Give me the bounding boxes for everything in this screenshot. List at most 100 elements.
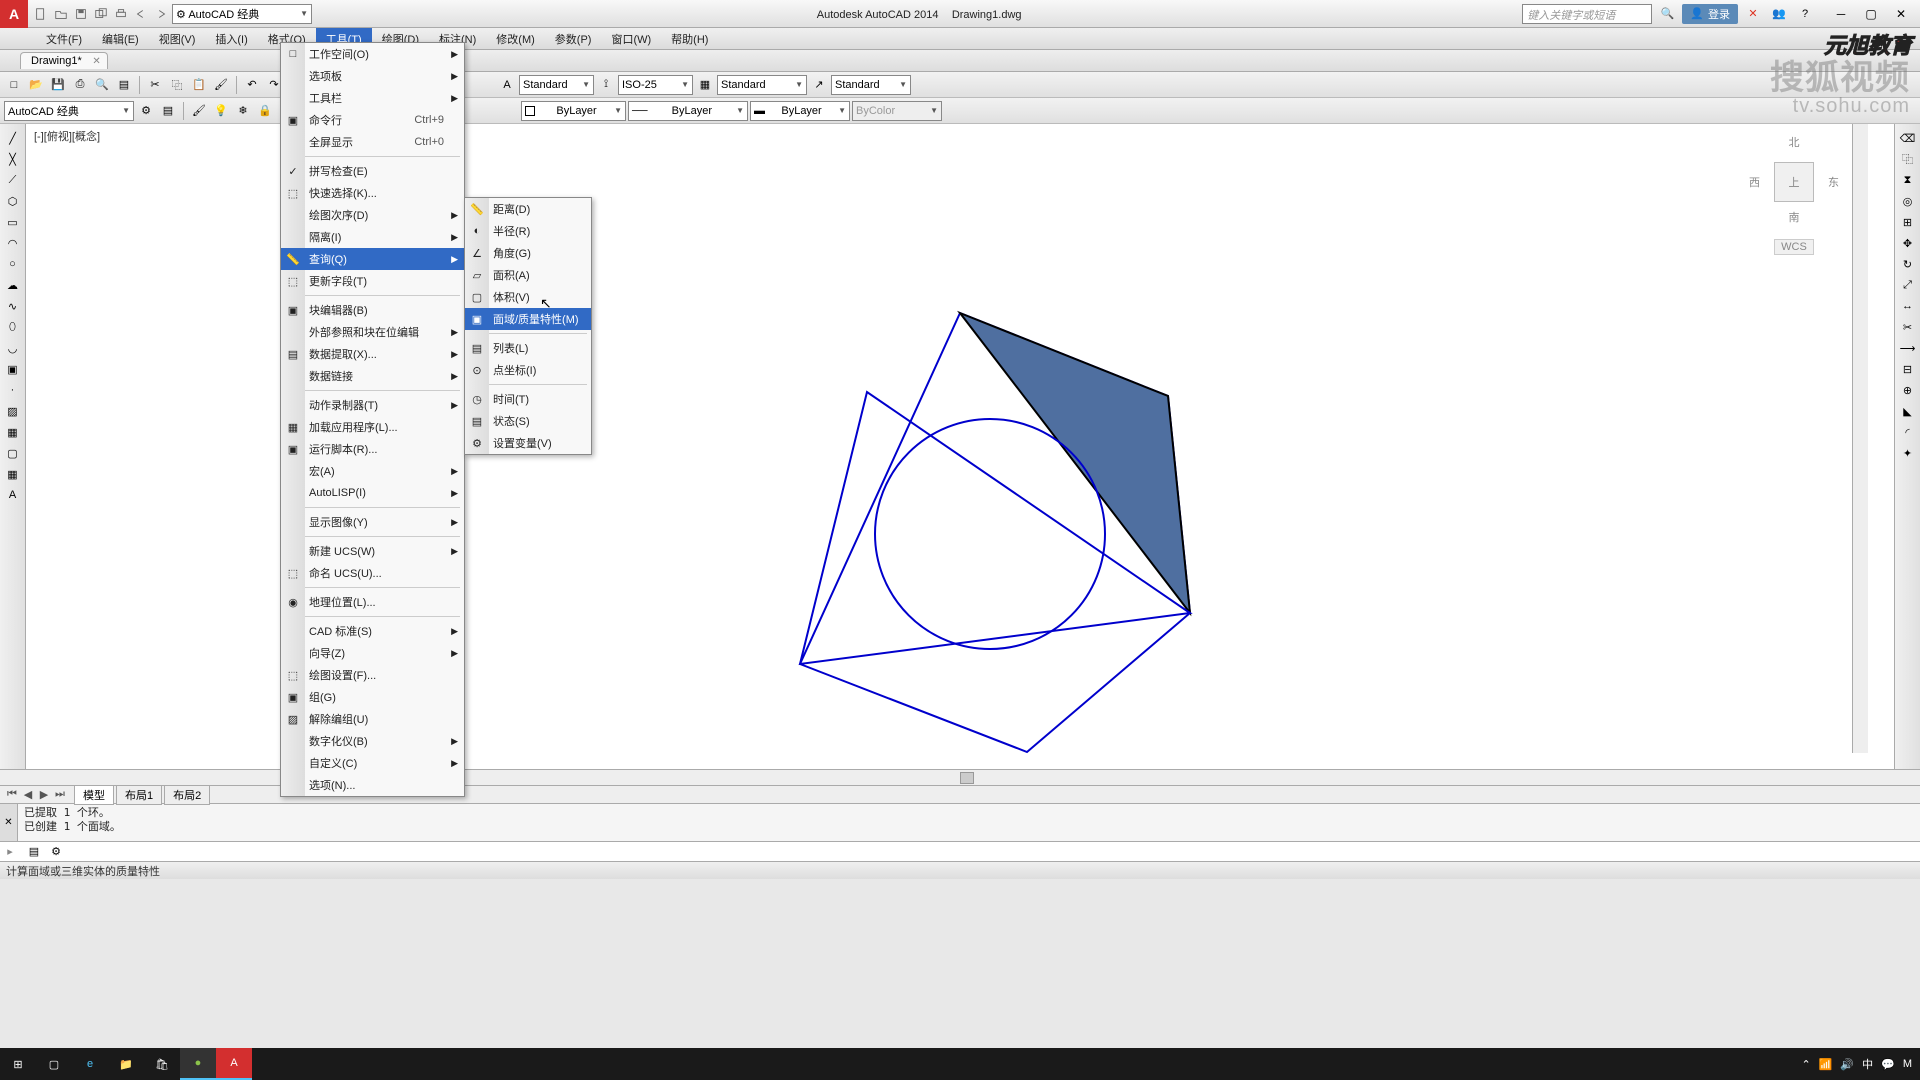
block-icon[interactable]: ▣	[3, 359, 23, 379]
linetype-dropdown[interactable]: ── ByLayer▼	[628, 101, 748, 121]
xline-icon[interactable]: ╳	[3, 149, 23, 169]
volume-icon[interactable]: 🔊	[1840, 1058, 1854, 1071]
fillet-icon[interactable]: ◜	[1898, 422, 1918, 442]
arc-icon[interactable]: ◠	[3, 233, 23, 253]
menu-item[interactable]: ▣面域/质量特性(M)	[465, 308, 591, 330]
polyline-icon[interactable]: ⟋	[3, 170, 23, 190]
compass-north[interactable]: 北	[1744, 134, 1844, 150]
settings-icon[interactable]: ⚙	[46, 842, 66, 862]
copy-icon[interactable]: ⿻	[167, 75, 187, 95]
menu-item[interactable]: 数据链接▶	[281, 365, 464, 387]
menu-item[interactable]: 编辑(E)	[92, 28, 149, 50]
menu-item[interactable]: 显示图像(Y)▶	[281, 511, 464, 533]
save-icon[interactable]	[72, 5, 90, 23]
undo-icon[interactable]	[132, 5, 150, 23]
recent-icon[interactable]: ▤	[24, 842, 44, 862]
menu-item[interactable]: 参数(P)	[545, 28, 602, 50]
layer-match-icon[interactable]: 🖌	[189, 101, 209, 121]
menu-item[interactable]: 修改(M)	[486, 28, 545, 50]
menu-item[interactable]: ▣组(G)	[281, 686, 464, 708]
saveas-icon[interactable]	[92, 5, 110, 23]
menu-item[interactable]: ∠角度(G)	[465, 242, 591, 264]
menu-item[interactable]: 📏距离(D)	[465, 198, 591, 220]
rotate-icon[interactable]: ↻	[1898, 254, 1918, 274]
compass-top-icon[interactable]: 上	[1774, 162, 1814, 202]
close-icon[interactable]: ✕	[0, 804, 18, 841]
hatch-icon[interactable]: ▨	[3, 401, 23, 421]
menu-item[interactable]: 自定义(C)▶	[281, 752, 464, 774]
search-input[interactable]: 键入关键字或短语	[1522, 4, 1652, 24]
ellipse-icon[interactable]: ⬯	[3, 317, 23, 337]
ime-mode-icon[interactable]: M	[1903, 1058, 1912, 1070]
layer-on-icon[interactable]: 💡	[211, 101, 231, 121]
menu-item[interactable]: ▣块编辑器(B)	[281, 299, 464, 321]
cut-icon[interactable]: ✂	[145, 75, 165, 95]
menu-item[interactable]: ▤数据提取(X)...▶	[281, 343, 464, 365]
edge-icon[interactable]: e	[72, 1048, 108, 1080]
menu-item[interactable]: ▣命令行Ctrl+9	[281, 109, 464, 131]
maximize-button[interactable]: ▢	[1856, 4, 1886, 24]
color-dropdown[interactable]: ByLayer▼	[521, 101, 626, 121]
copy-icon[interactable]: ⿻	[1898, 149, 1918, 169]
layer-props-icon[interactable]: ⚙	[136, 101, 156, 121]
close-icon[interactable]: ✕	[92, 56, 100, 67]
dim-style-icon[interactable]: ⟟	[596, 75, 616, 95]
menu-item[interactable]: 数字化仪(B)▶	[281, 730, 464, 752]
search-icon[interactable]: 🔍	[1656, 3, 1678, 25]
save-icon[interactable]: 💾	[48, 75, 68, 95]
mleader-style-dropdown[interactable]: Standard▼	[831, 75, 911, 95]
match-icon[interactable]: 🖌	[211, 75, 231, 95]
app-logo-icon[interactable]: A	[0, 0, 28, 28]
redo-icon[interactable]	[152, 5, 170, 23]
menu-item[interactable]: 选项(N)...	[281, 774, 464, 796]
region-icon[interactable]: ▢	[3, 443, 23, 463]
wifi-icon[interactable]: 📶	[1819, 1058, 1833, 1071]
polygon-icon[interactable]: ⬡	[3, 191, 23, 211]
menu-item[interactable]: ✓拼写检查(E)	[281, 160, 464, 182]
text-style-dropdown[interactable]: Standard▼	[519, 75, 594, 95]
trim-icon[interactable]: ✂	[1898, 317, 1918, 337]
menu-item[interactable]: □工作空间(O)▶	[281, 43, 464, 65]
menu-item[interactable]: 选项板▶	[281, 65, 464, 87]
menu-item[interactable]: 视图(V)	[149, 28, 206, 50]
revcloud-icon[interactable]: ☁	[3, 275, 23, 295]
spline-icon[interactable]: ∿	[3, 296, 23, 316]
menu-item[interactable]: ▤列表(L)	[465, 337, 591, 359]
menu-item[interactable]: 帮助(H)	[661, 28, 718, 50]
menu-item[interactable]: 宏(A)▶	[281, 460, 464, 482]
menu-item[interactable]: 外部参照和块在位编辑▶	[281, 321, 464, 343]
menu-item[interactable]: ⬚快速选择(K)...	[281, 182, 464, 204]
menu-item[interactable]: ⚙设置变量(V)	[465, 432, 591, 454]
compass-south[interactable]: 南	[1744, 209, 1844, 225]
menu-item[interactable]: AutoLISP(I)▶	[281, 482, 464, 504]
menu-item[interactable]: ⬚命名 UCS(U)...	[281, 562, 464, 584]
menu-item[interactable]: ▢体积(V)	[465, 286, 591, 308]
menu-item[interactable]: 窗口(W)	[601, 28, 661, 50]
menu-item[interactable]: 文件(F)	[36, 28, 92, 50]
extend-icon[interactable]: ⟶	[1898, 338, 1918, 358]
compass-east[interactable]: 东	[1828, 174, 1839, 190]
explorer-icon[interactable]: 📁	[108, 1048, 144, 1080]
layout-tab[interactable]: 模型	[74, 785, 114, 805]
open-icon[interactable]: 📂	[26, 75, 46, 95]
cloud-icon[interactable]: 👥	[1768, 3, 1790, 25]
compass-west[interactable]: 西	[1749, 174, 1760, 190]
menu-item[interactable]: 插入(I)	[205, 28, 257, 50]
explode-icon[interactable]: ✦	[1898, 443, 1918, 463]
menu-item[interactable]: 全屏显示Ctrl+0	[281, 131, 464, 153]
view-cube[interactable]: 北 西 上 东 南 WCS	[1744, 134, 1844, 264]
menu-item[interactable]: ▦加载应用程序(L)...	[281, 416, 464, 438]
preview-icon[interactable]: 🔍	[92, 75, 112, 95]
menu-item[interactable]: ▣运行脚本(R)...	[281, 438, 464, 460]
vertical-scrollbar[interactable]	[1852, 124, 1868, 753]
notification-icon[interactable]: 💬	[1881, 1058, 1895, 1071]
circle-icon[interactable]: ○	[3, 254, 23, 274]
last-tab-icon[interactable]: ⏭	[52, 788, 68, 801]
layer-dropdown[interactable]: AutoCAD 经典▼	[4, 101, 134, 121]
wcs-label[interactable]: WCS	[1774, 239, 1814, 255]
paste-icon[interactable]: 📋	[189, 75, 209, 95]
prev-tab-icon[interactable]: ◀	[20, 788, 36, 801]
menu-item[interactable]: ◐半径(R)	[465, 220, 591, 242]
autocad-taskbar-icon[interactable]: A	[216, 1048, 252, 1080]
menu-item[interactable]: ◉地理位置(L)...	[281, 591, 464, 613]
